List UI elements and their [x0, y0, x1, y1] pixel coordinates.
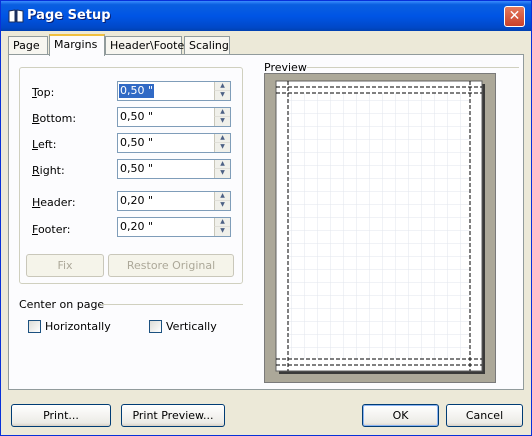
left-margin-stepper[interactable]: 0,50 " ▲ ▼ — [117, 133, 231, 153]
spin-down-icon[interactable]: ▼ — [214, 117, 230, 126]
footer-margin-value[interactable]: 0,20 " — [119, 220, 154, 234]
vertically-checkbox[interactable] — [149, 320, 162, 333]
page-setup-dialog: Page Setup ✕ Page Margins Header\Footer … — [0, 0, 532, 436]
window-title: Page Setup — [27, 8, 111, 23]
center-separator — [101, 304, 243, 305]
top-label: Top: — [32, 86, 55, 99]
close-button[interactable]: ✕ — [504, 6, 525, 27]
top-margin-stepper[interactable]: 0,50 " ▲ ▼ — [117, 81, 231, 101]
spin-up-icon[interactable]: ▲ — [214, 134, 230, 143]
tab-scaling[interactable]: Scaling — [184, 36, 230, 55]
spin-up-icon[interactable]: ▲ — [214, 192, 230, 201]
close-icon: ✕ — [508, 8, 521, 24]
center-on-page-title: Center on page — [19, 298, 105, 311]
top-margin-value[interactable]: 0,50 " — [119, 84, 155, 98]
restore-original-button[interactable]: Restore Original — [108, 254, 234, 277]
print-preview-button-label: Print Preview... — [132, 409, 214, 422]
bottom-margin-stepper[interactable]: 0,50 " ▲ ▼ — [117, 107, 231, 127]
bottom-label: Bottom: — [32, 112, 77, 125]
spin-up-icon[interactable]: ▲ — [214, 108, 230, 117]
right-label: Right: — [32, 164, 65, 177]
right-margin-value[interactable]: 0,50 " — [119, 162, 154, 176]
horizontally-checkbox[interactable] — [28, 320, 41, 333]
ok-button[interactable]: OK — [362, 404, 439, 427]
page-preview — [275, 80, 485, 374]
footer-margin-stepper[interactable]: 0,20 " ▲ ▼ — [117, 217, 231, 237]
tab-header-footer[interactable]: Header\Footer — [105, 36, 189, 55]
bottom-margin-value[interactable]: 0,50 " — [119, 110, 154, 124]
spin-down-icon[interactable]: ▼ — [214, 227, 230, 236]
tab-page[interactable]: Page — [8, 36, 48, 55]
vertically-label[interactable]: Vertically — [166, 320, 217, 333]
restore-original-label: Restore Original — [126, 259, 216, 272]
spin-down-icon[interactable]: ▼ — [214, 201, 230, 210]
spin-up-icon[interactable]: ▲ — [214, 82, 230, 91]
spin-down-icon[interactable]: ▼ — [214, 143, 230, 152]
fix-button-label: Fix — [57, 259, 73, 272]
spin-down-icon[interactable]: ▼ — [214, 169, 230, 178]
left-margin-value[interactable]: 0,50 " — [119, 136, 154, 150]
print-preview-button[interactable]: Print Preview... — [121, 404, 225, 427]
tab-margins[interactable]: Margins — [49, 34, 105, 56]
footer-label: Footer: — [32, 223, 71, 236]
header-margin-stepper[interactable]: 0,20 " ▲ ▼ — [117, 191, 231, 211]
cancel-button-label: Cancel — [465, 409, 504, 422]
horizontally-label[interactable]: Horizontally — [45, 320, 111, 333]
right-margin-stepper[interactable]: 0,50 " ▲ ▼ — [117, 159, 231, 179]
tab-label: Scaling — [189, 39, 229, 52]
tab-label: Header\Footer — [110, 39, 189, 52]
preview-separator — [307, 67, 519, 68]
tab-label: Page — [13, 39, 40, 52]
print-button[interactable]: Print... — [11, 404, 111, 427]
fix-button[interactable]: Fix — [26, 254, 104, 277]
cancel-button[interactable]: Cancel — [446, 404, 523, 427]
book-icon — [8, 9, 24, 23]
title-bar[interactable]: Page Setup ✕ — [1, 1, 531, 31]
header-margin-value[interactable]: 0,20 " — [119, 194, 154, 208]
tab-label: Margins — [54, 38, 98, 51]
preview-frame — [264, 73, 496, 383]
ok-button-label: OK — [392, 409, 409, 422]
spin-up-icon[interactable]: ▲ — [214, 218, 230, 227]
print-button-label: Print... — [43, 409, 79, 422]
spin-up-icon[interactable]: ▲ — [214, 160, 230, 169]
spin-down-icon[interactable]: ▼ — [214, 91, 230, 100]
header-label: Header: — [32, 196, 76, 209]
left-label: Left: — [32, 138, 57, 151]
